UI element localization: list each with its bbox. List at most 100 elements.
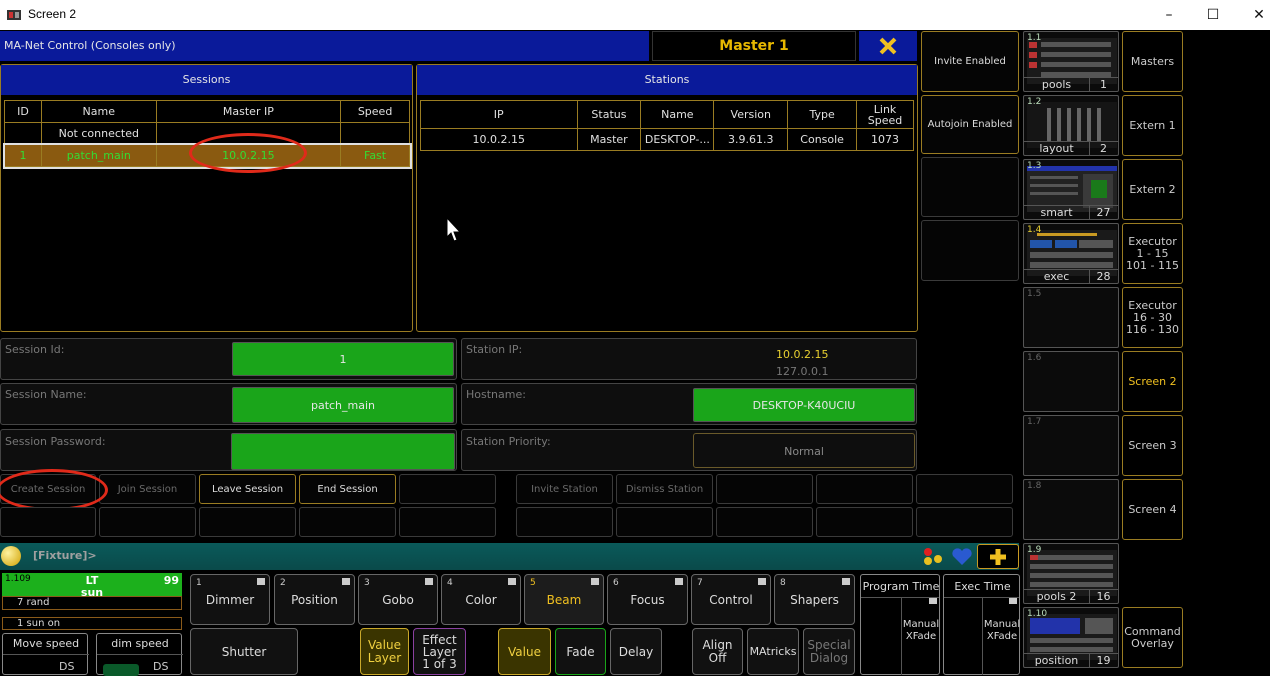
station-priority-row: Station Priority: Normal: [461, 429, 917, 471]
command-line-bar[interactable]: [Fixture]>: [0, 543, 1019, 570]
executor-1-15-button[interactable]: Executor 1 - 15 101 - 115: [1122, 223, 1183, 284]
station-priority-field[interactable]: Normal: [693, 433, 915, 468]
exec-time-fader[interactable]: Exec Time Manual XFade: [943, 574, 1020, 675]
invite-station-button[interactable]: Invite Station: [516, 474, 613, 504]
view-tile-smart[interactable]: 1.3 smart 27: [1023, 159, 1119, 220]
empty-button: [616, 507, 713, 537]
command-line-text: [Fixture]>: [33, 549, 97, 562]
view-tile-empty[interactable]: 1.7: [1023, 415, 1119, 476]
session-id-field[interactable]: 1: [232, 342, 454, 376]
feature-beam-button[interactable]: 5 Beam: [524, 574, 604, 625]
matricks-button[interactable]: MAtricks: [747, 628, 799, 675]
value-layer-button[interactable]: Value Layer: [360, 628, 409, 675]
hostname-row: Hostname: DESKTOP-K40UCIU: [461, 383, 917, 425]
station-ip-row: Station IP: 10.0.2.15 127.0.0.1: [461, 338, 917, 380]
view-tile-position[interactable]: 1.10 position 19: [1023, 607, 1119, 668]
stations-header-row: IP Status Name Version Type Link Speed: [420, 100, 914, 129]
stations-panel: Stations IP Status Name Version Type Lin…: [416, 64, 918, 332]
col-name: Name: [40, 100, 157, 123]
end-session-button[interactable]: End Session: [299, 474, 396, 504]
panel-title: MA-Net Control (Consoles only): [4, 39, 176, 52]
divider: [97, 654, 183, 655]
executor-16-30-button[interactable]: Executor 16 - 30 116 - 130: [1122, 287, 1183, 348]
dismiss-station-button[interactable]: Dismiss Station: [616, 474, 713, 504]
stations-table: IP Status Name Version Type Link Speed 1…: [420, 100, 914, 151]
empty-button: [0, 507, 96, 537]
leave-session-button[interactable]: Leave Session: [199, 474, 296, 504]
shutter-button[interactable]: Shutter: [190, 628, 298, 675]
master-label: Master 1: [652, 31, 856, 61]
dim-speed-fader[interactable]: dim speed DS: [96, 633, 183, 676]
feature-color-button[interactable]: 4 Color: [441, 574, 521, 625]
heart-icon[interactable]: [951, 547, 973, 567]
indicator: [929, 598, 937, 604]
view-tile-pools-2[interactable]: 1.9 pools 2 16: [1023, 543, 1119, 604]
sessions-header: Sessions: [1, 65, 412, 95]
minimize-icon[interactable]: –: [1146, 0, 1192, 30]
feature-shapers-button[interactable]: 8 Shapers: [774, 574, 855, 625]
empty-button: [199, 507, 296, 537]
view-tile-pools[interactable]: 1.1 pools 1: [1023, 31, 1119, 92]
screen-2-button[interactable]: Screen 2: [1122, 351, 1183, 412]
col-id: ID: [4, 100, 42, 123]
empty-button: [299, 507, 396, 537]
delay-button[interactable]: Delay: [610, 628, 662, 675]
value-button[interactable]: Value: [498, 628, 551, 675]
fade-button[interactable]: Fade: [555, 628, 606, 675]
window-title: Screen 2: [28, 7, 77, 21]
invite-enabled-button[interactable]: Invite Enabled: [921, 31, 1019, 92]
feature-position-button[interactable]: 2 Position: [274, 574, 355, 625]
screen-4-button[interactable]: Screen 4: [1122, 479, 1183, 540]
empty-button: [816, 474, 913, 504]
feature-gobo-button[interactable]: 3 Gobo: [358, 574, 438, 625]
session-id-row: Session Id: 1: [0, 338, 457, 380]
view-tile-empty[interactable]: 1.5: [1023, 287, 1119, 348]
divider: [3, 654, 89, 655]
table-row[interactable]: 10.0.2.15 Master DESKTOP-... 3.9.61.3 Co…: [420, 128, 914, 151]
command-overlay-button[interactable]: Command Overlay: [1122, 607, 1183, 668]
view-tile-exec[interactable]: 1.4 exec 28: [1023, 223, 1119, 284]
empty-button: [816, 507, 913, 537]
move-speed-fader[interactable]: Move speed DS: [2, 633, 89, 675]
extern-2-button[interactable]: Extern 2: [1122, 159, 1183, 220]
app-icon: [7, 10, 21, 20]
station-ip-secondary: 127.0.0.1: [776, 365, 829, 378]
add-button[interactable]: [977, 544, 1019, 569]
view-tile-empty[interactable]: 1.8: [1023, 479, 1119, 540]
feature-focus-button[interactable]: 6 Focus: [607, 574, 688, 625]
plus-icon: [990, 548, 1006, 565]
close-window-icon[interactable]: ✕: [1236, 0, 1270, 30]
divider: [861, 597, 939, 598]
session-name-field[interactable]: patch_main: [232, 387, 454, 423]
feature-control-button[interactable]: 7 Control: [691, 574, 771, 625]
masters-button[interactable]: Masters: [1122, 31, 1183, 92]
effect-layer-button[interactable]: Effect Layer 1 of 3: [413, 628, 466, 675]
extern-1-button[interactable]: Extern 1: [1122, 95, 1183, 156]
stations-header: Stations: [417, 65, 917, 95]
highlight-ring: [0, 469, 108, 511]
view-tile-layout[interactable]: 1.2 layout 2: [1023, 95, 1119, 156]
sessions-panel: Sessions ID Name Master IP Speed Not con…: [0, 64, 413, 332]
close-panel-button[interactable]: [859, 31, 917, 61]
empty-button: [916, 507, 1013, 537]
join-session-button[interactable]: Join Session: [99, 474, 196, 504]
hostname-field[interactable]: DESKTOP-K40UCIU: [693, 388, 915, 422]
autojoin-enabled-button[interactable]: Autojoin Enabled: [921, 95, 1019, 154]
align-off-button[interactable]: Align Off: [692, 628, 743, 675]
empty-button: [99, 507, 196, 537]
status-orb-icon: [1, 546, 21, 566]
maximize-icon[interactable]: ☐: [1190, 0, 1236, 30]
col-speed: Speed: [340, 100, 410, 123]
empty-button: [399, 507, 496, 537]
feature-dimmer-button[interactable]: 1 Dimmer: [190, 574, 270, 625]
special-dialog-button[interactable]: Special Dialog: [803, 628, 855, 675]
station-ip-primary: 10.0.2.15: [776, 348, 829, 361]
session-password-field[interactable]: [231, 433, 455, 470]
color-picker-icon[interactable]: [922, 547, 946, 567]
view-tile-empty[interactable]: 1.6: [1023, 351, 1119, 412]
empty-button: [716, 507, 813, 537]
speed-indicator: [103, 664, 139, 676]
screen-3-button[interactable]: Screen 3: [1122, 415, 1183, 476]
window-titlebar: Screen 2 – ☐ ✕: [0, 0, 1270, 30]
program-time-fader[interactable]: Program Time Manual XFade: [860, 574, 940, 675]
